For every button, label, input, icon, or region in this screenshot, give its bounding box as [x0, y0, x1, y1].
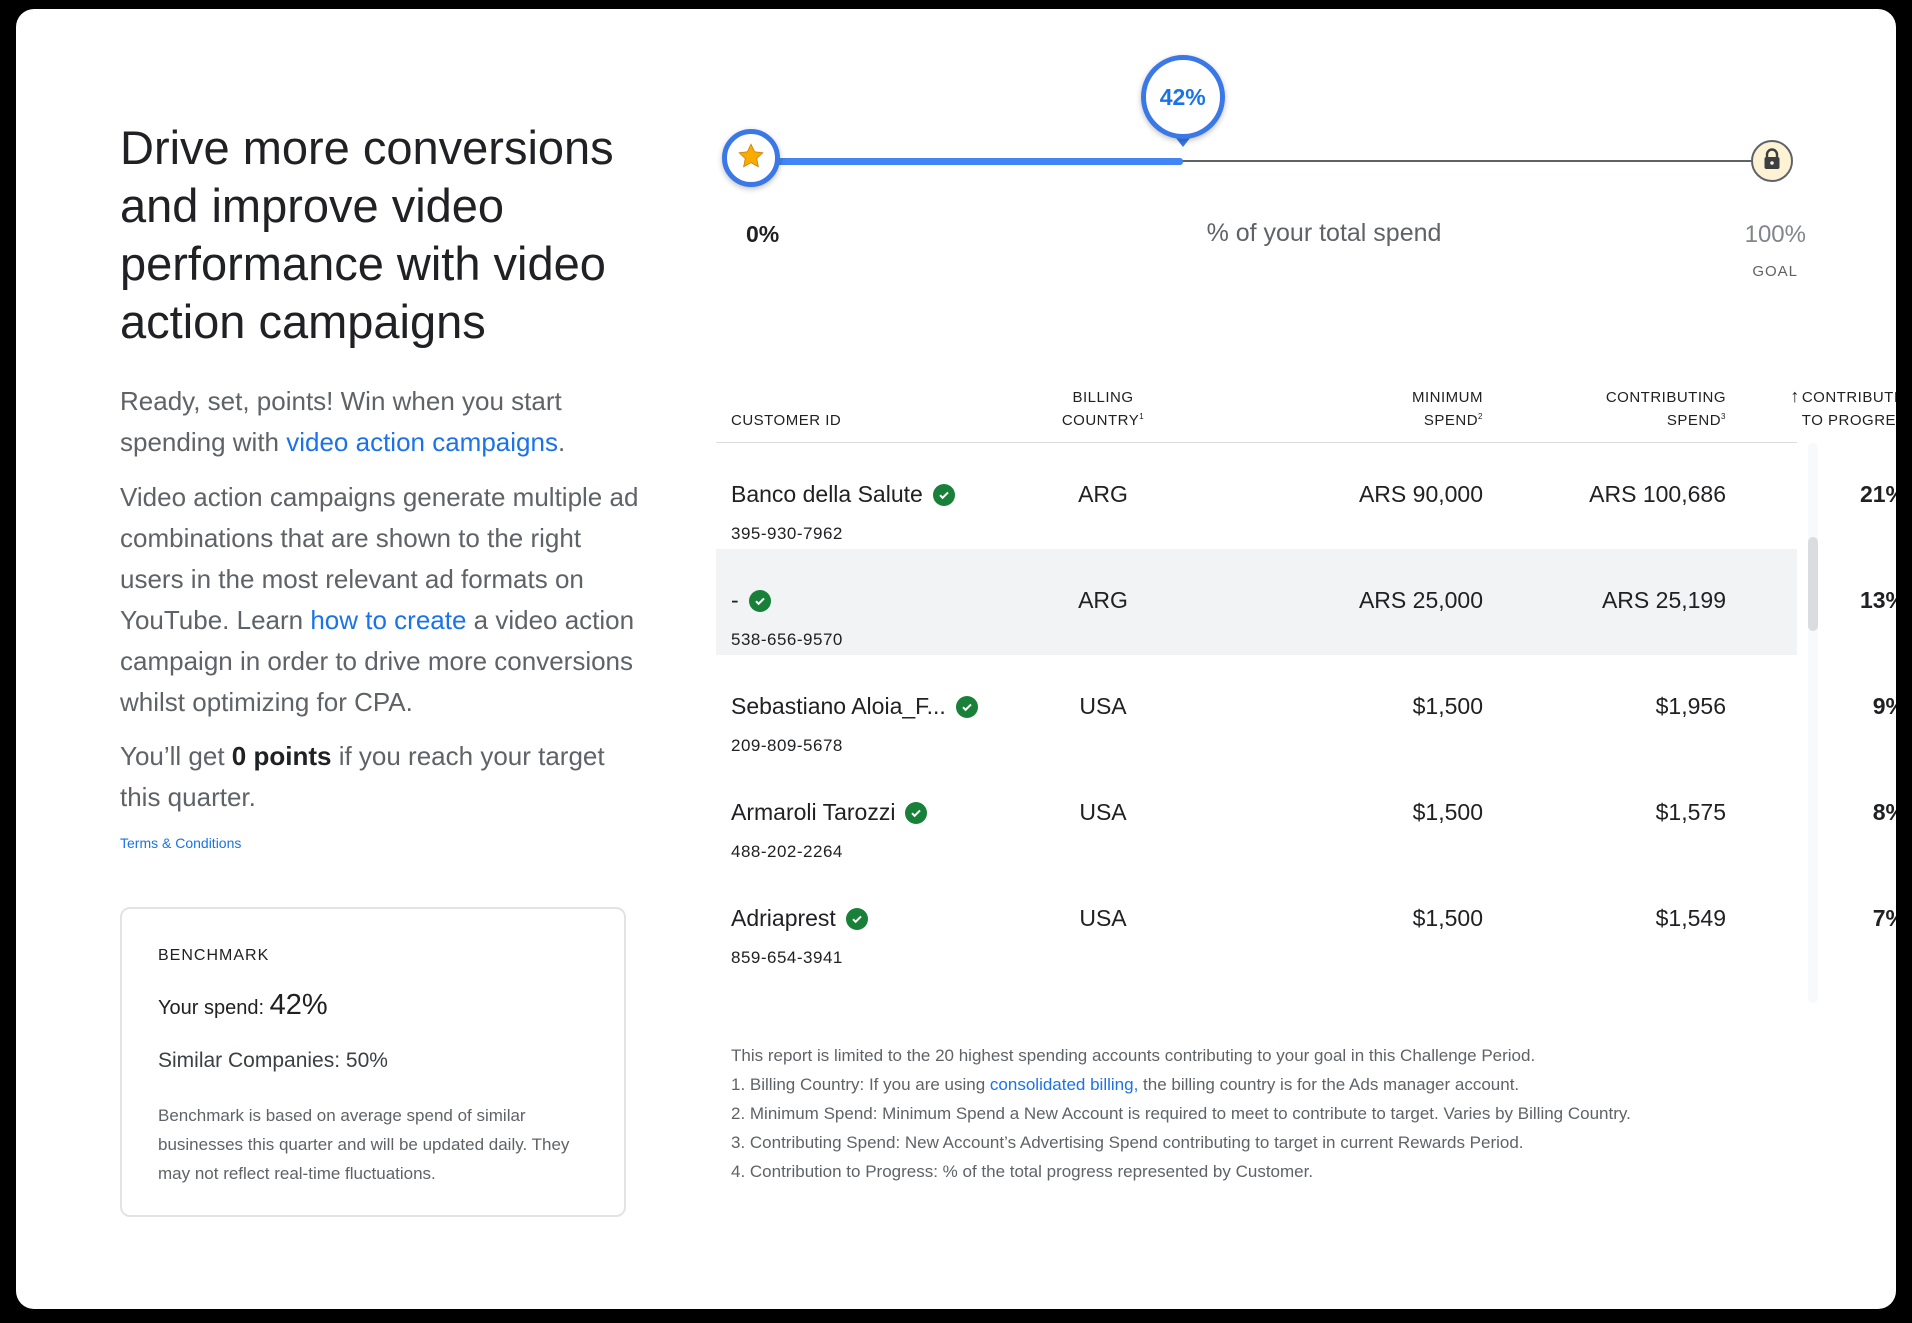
- progress-goal-label: GOAL: [1752, 263, 1798, 280]
- customer-name-text: Adriaprest: [731, 905, 836, 931]
- page-title: Drive more conversions and improve video…: [120, 121, 614, 348]
- contributing-spend-cell: $1,956: [1655, 693, 1726, 719]
- verified-check-icon: [955, 695, 978, 718]
- table-row: Sebastiano Aloia_F... 209-809-5678 USA $…: [716, 655, 1896, 761]
- progress-tracker: 42% 0% % of your total spend 100% GOAL: [716, 9, 1816, 289]
- minimum-spend-cell: ARS 90,000: [1358, 481, 1483, 507]
- description-text: Video action campaigns generate multiple…: [120, 477, 648, 723]
- header-line: BILLING: [1072, 389, 1134, 406]
- footnote-1-text-end: the billing country is for the Ads manag…: [1138, 1075, 1520, 1094]
- footnote-marker: 1: [1139, 412, 1145, 421]
- header-line: COUNTRY: [1061, 412, 1140, 429]
- customer-name-text: -: [731, 587, 739, 613]
- footnote-2: 2. Minimum Spend: Minimum Spend a New Ac…: [731, 1104, 1631, 1123]
- table-row: Armaroli Tarozzi 488-202-2264 USA $1,500…: [716, 761, 1896, 867]
- customer-name: -: [731, 587, 771, 614]
- customer-id: 488-202-2264: [731, 842, 843, 861]
- customer-id: 538-656-9570: [731, 630, 843, 649]
- table-row: Banco della Salute 395-930-7962 ARG ARS …: [716, 443, 1896, 549]
- column-header-customer-id[interactable]: CUSTOMER ID: [731, 409, 841, 432]
- billing-country-cell: USA: [1079, 693, 1127, 719]
- header-line: CONTRIBUTION: [1801, 389, 1896, 406]
- progress-end-label: 100%: [1744, 221, 1806, 248]
- verified-check-icon: [905, 801, 928, 824]
- star-icon: [736, 141, 766, 176]
- minimum-spend-cell: $1,500: [1412, 905, 1483, 931]
- verified-check-icon: [845, 907, 868, 930]
- column-header-contributing-spend[interactable]: CONTRIBUTING SPEND3: [1486, 386, 1726, 432]
- table-scrollbar[interactable]: [1808, 443, 1818, 1003]
- header-line: SPEND: [1423, 412, 1479, 429]
- benchmark-similar-companies: Similar Companies: 50%: [158, 1049, 388, 1072]
- billing-country-cell: ARG: [1078, 587, 1128, 613]
- your-spend-label: Your spend:: [158, 997, 270, 1019]
- verified-check-icon: [932, 483, 955, 506]
- progress-goal-node: [1751, 140, 1793, 182]
- footnote-3: 3. Contributing Spend: New Account’s Adv…: [731, 1133, 1524, 1152]
- table-footnotes: This report is limited to the 20 highest…: [731, 1041, 1811, 1186]
- contributing-spend-cell: $1,549: [1655, 905, 1726, 931]
- table-row: Adriaprest 859-654-3941 USA $1,500 $1,54…: [716, 867, 1896, 973]
- benchmark-note: Benchmark is based on average spend of s…: [158, 1106, 570, 1183]
- points-text-part: You’ll get: [120, 741, 232, 771]
- minimum-spend-cell: ARS 25,000: [1358, 587, 1483, 613]
- your-spend-value: 42%: [269, 989, 328, 1021]
- contributing-spend-cell: $1,575: [1655, 799, 1726, 825]
- arrow-up-icon: ↑: [1790, 386, 1800, 406]
- table-row: - 538-656-9570 ARG ARS 25,000 ARS 25,199…: [716, 549, 1896, 655]
- video-action-campaigns-link[interactable]: video action campaigns: [286, 427, 558, 457]
- customer-id: 209-809-5678: [731, 736, 843, 755]
- header-line: SPEND: [1666, 412, 1722, 429]
- contributing-spend-cell: ARS 100,686: [1589, 481, 1726, 507]
- customer-name: Banco della Salute: [731, 481, 955, 508]
- verified-check-icon: [748, 589, 771, 612]
- customer-id: 859-654-3941: [731, 948, 843, 967]
- customer-name-text: Sebastiano Aloia_F...: [731, 693, 946, 719]
- column-header-billing-country[interactable]: BILLING COUNTRY1: [1036, 386, 1170, 432]
- column-header-contribution-to-progress[interactable]: ↑CONTRIBUTIONTO PROGRESS4: [1726, 385, 1896, 432]
- header-line: TO PROGRESS: [1801, 412, 1896, 429]
- benchmark-card: BENCHMARK Your spend: 42% Similar Compan…: [120, 907, 626, 1217]
- benchmark-label: BENCHMARK: [158, 947, 270, 964]
- customer-name-text: Armaroli Tarozzi: [731, 799, 896, 825]
- footnote-1-text: 1. Billing Country: If you are using: [731, 1075, 990, 1094]
- main-card: Drive more conversions and improve video…: [16, 9, 1896, 1309]
- footnote-intro: This report is limited to the 20 highest…: [731, 1046, 1536, 1065]
- progress-start-node: [722, 129, 780, 187]
- terms-conditions-link[interactable]: Terms & Conditions: [120, 835, 241, 851]
- footnote-1: 1. Billing Country: If you are using con…: [731, 1070, 1811, 1099]
- customer-name: Adriaprest: [731, 905, 868, 932]
- billing-country-cell: USA: [1079, 905, 1127, 931]
- points-text: You’ll get 0 points if you reach your ta…: [120, 736, 648, 818]
- progress-start-label: 0%: [746, 221, 780, 247]
- contributing-spend-cell: ARS 25,199: [1601, 587, 1726, 613]
- footnote-4: 4. Contribution to Progress: % of the to…: [731, 1162, 1314, 1181]
- intro-text-end: .: [557, 427, 566, 457]
- table-body: Banco della Salute 395-930-7962 ARG ARS …: [716, 443, 1896, 1003]
- billing-country-cell: ARG: [1078, 481, 1128, 507]
- lock-icon: [1762, 147, 1782, 175]
- progress-middle-label: % of your total spend: [1206, 219, 1442, 247]
- header-line: MINIMUM: [1412, 389, 1483, 406]
- customer-name-text: Banco della Salute: [731, 481, 923, 507]
- customer-id: 395-930-7962: [731, 524, 843, 543]
- table-scrollbar-thumb[interactable]: [1808, 537, 1818, 631]
- how-to-create-link[interactable]: how to create: [310, 605, 466, 635]
- table-header: CUSTOMER ID BILLING COUNTRY1 MINIMUM SPEND…: [716, 379, 1896, 443]
- footnote-marker: 2: [1478, 412, 1483, 421]
- customer-name: Sebastiano Aloia_F...: [731, 693, 978, 720]
- billing-country-cell: USA: [1079, 799, 1127, 825]
- progress-fill: [756, 158, 1183, 165]
- minimum-spend-cell: $1,500: [1412, 693, 1483, 719]
- customer-name: Armaroli Tarozzi: [731, 799, 928, 826]
- column-header-minimum-spend[interactable]: MINIMUM SPEND2: [1236, 386, 1483, 432]
- consolidated-billing-link[interactable]: consolidated billing,: [990, 1075, 1138, 1094]
- progress-bubble: 42%: [1140, 55, 1225, 139]
- intro-text: Ready, set, points! Win when you start s…: [120, 381, 648, 463]
- header-line: CONTRIBUTING: [1605, 389, 1726, 406]
- benchmark-your-spend: Your spend: 42%: [158, 989, 328, 1022]
- points-value: 0 points: [231, 741, 332, 771]
- minimum-spend-cell: $1,500: [1412, 799, 1483, 825]
